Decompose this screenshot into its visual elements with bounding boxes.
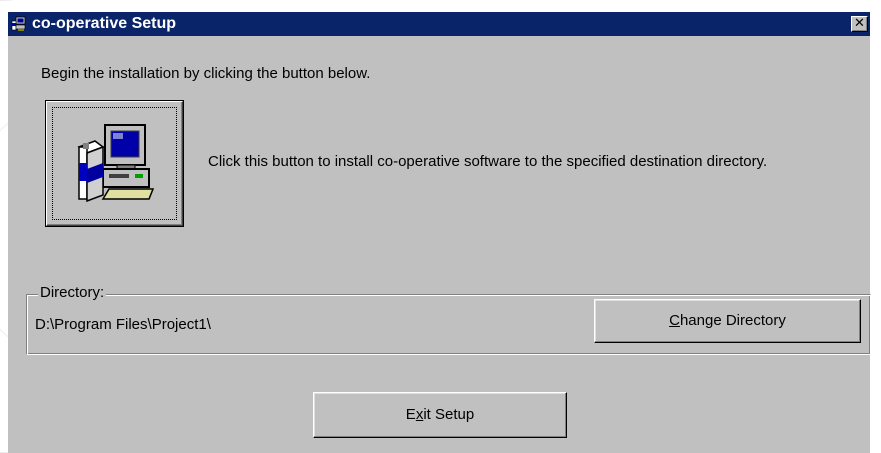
change-directory-button[interactable]: Change Directory: [594, 299, 861, 343]
install-description: Click this button to install co-operativ…: [208, 153, 768, 170]
close-icon: ✕: [854, 16, 865, 31]
exit-setup-button[interactable]: Exit Setup: [313, 392, 567, 438]
change-directory-mnemonic: C: [669, 312, 680, 329]
title-bar[interactable]: co-operative Setup ✕: [8, 12, 870, 36]
install-button[interactable]: [45, 100, 184, 227]
setup-computer-icon: [11, 16, 26, 31]
exit-setup-label-start: E: [405, 406, 416, 423]
window-title: co-operative Setup: [32, 15, 177, 32]
close-button[interactable]: ✕: [851, 16, 868, 32]
install-computer-icon: [77, 124, 155, 203]
instruction-text: Begin the installation by clicking the b…: [41, 65, 371, 82]
directory-path: D:\Program Files\Project1\: [35, 316, 211, 333]
change-directory-label: hange Directory: [679, 312, 786, 329]
exit-setup-label-end: it Setup: [423, 406, 475, 423]
setup-window: co-operative Setup ✕ Begin the installat…: [8, 12, 871, 453]
directory-group-label: Directory:: [38, 283, 107, 303]
